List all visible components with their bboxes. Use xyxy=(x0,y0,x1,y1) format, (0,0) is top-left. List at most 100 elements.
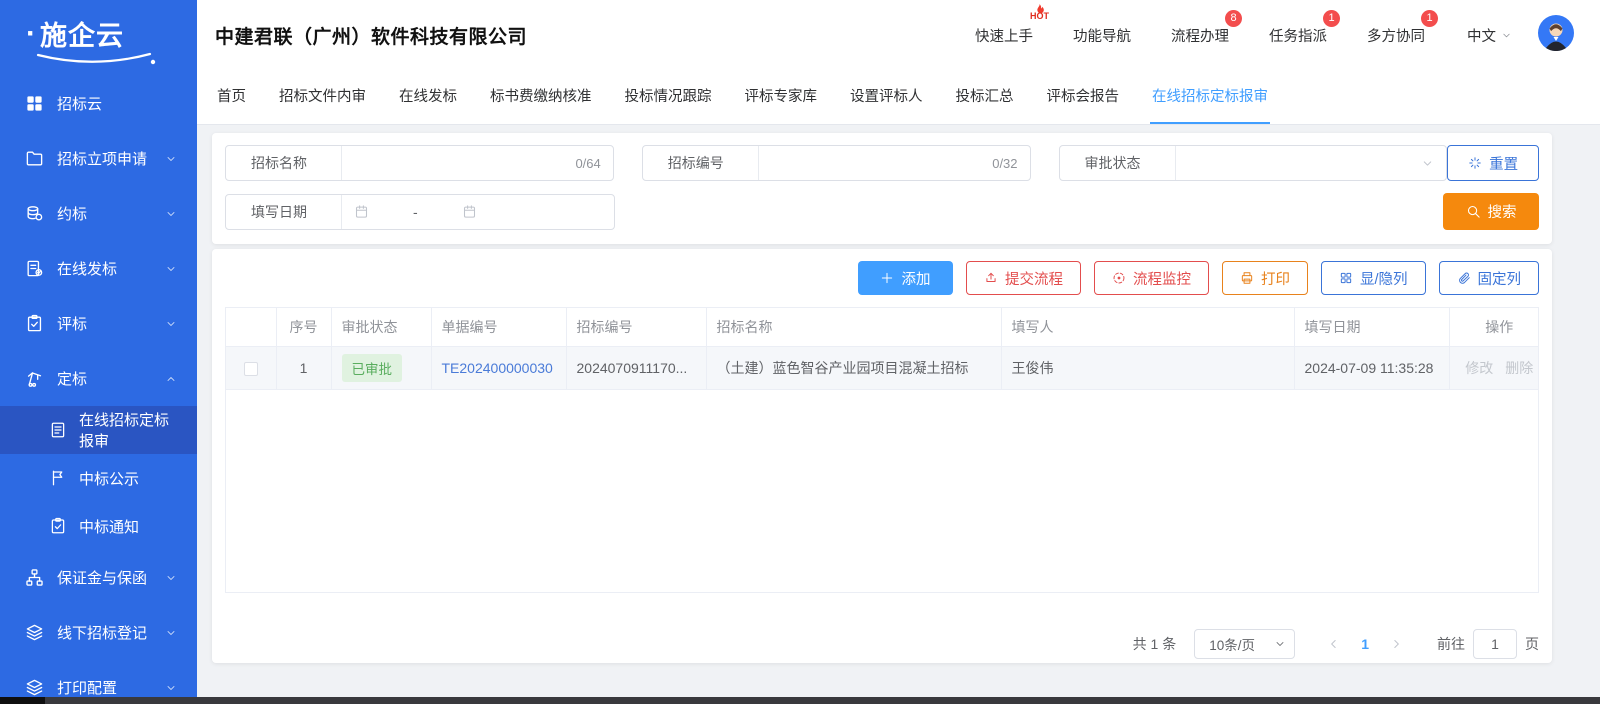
approval-status-label: 审批状态 xyxy=(1060,153,1175,173)
goto-page-input[interactable] xyxy=(1473,629,1517,659)
nav-label: 功能导航 xyxy=(1073,29,1131,45)
bid-no-input[interactable] xyxy=(771,155,992,171)
cell-seq: 1 xyxy=(276,346,331,389)
flow-monitor-button[interactable]: 流程监控 xyxy=(1094,261,1209,295)
calendar-icon[interactable] xyxy=(354,204,369,219)
tab-bid-doc-review[interactable]: 招标文件内审 xyxy=(277,70,368,124)
bid-name-input[interactable] xyxy=(354,155,575,171)
top-header: 中建君联（广州）软件科技有限公司 快速上手 HOT 功能导航 流程办理 8 xyxy=(197,0,1600,70)
sidebar-item-deposit-guarantee[interactable]: 保证金与保函 xyxy=(0,550,197,605)
sidebar-item-label: 在线发标 xyxy=(57,258,117,279)
nav-function-guide[interactable]: 功能导航 xyxy=(1073,25,1131,46)
bid-name-field: 招标名称 0/64 xyxy=(225,145,614,181)
approval-status-select[interactable] xyxy=(1175,146,1447,180)
nav-quick-start[interactable]: 快速上手 HOT xyxy=(975,25,1033,46)
sidebar-item-label: 招标云 xyxy=(57,93,102,114)
sidebar-item-bid-evaluation[interactable]: 评标 xyxy=(0,296,197,351)
page-number[interactable]: 1 xyxy=(1351,636,1379,652)
sidebar-item-online-bid-release[interactable]: 在线发标 xyxy=(0,241,197,296)
flag-icon xyxy=(49,469,67,487)
submit-flow-button[interactable]: 提交流程 xyxy=(966,261,1081,295)
sidebar-item-label: 保证金与保函 xyxy=(57,567,147,588)
tab-bid-tracking[interactable]: 投标情况跟踪 xyxy=(623,70,714,124)
next-page-button[interactable] xyxy=(1379,637,1413,651)
upload-icon xyxy=(984,271,998,285)
user-avatar[interactable] xyxy=(1538,15,1574,56)
nav-label: 快速上手 xyxy=(975,29,1033,45)
sidebar-subitem-label: 在线招标定标报审 xyxy=(79,409,177,451)
grid-small-icon xyxy=(1339,271,1353,285)
fill-date-label: 填写日期 xyxy=(226,202,341,222)
sidebar-item-bid-award[interactable]: 定标 xyxy=(0,351,197,406)
logo-dot: · xyxy=(26,17,37,51)
chevron-down-icon xyxy=(1501,30,1512,41)
target-icon xyxy=(1112,271,1126,285)
sidebar-subitem-label: 中标通知 xyxy=(79,516,139,537)
tab-bid-summary[interactable]: 投标汇总 xyxy=(954,70,1016,124)
cell-filler: 王俊伟 xyxy=(1001,346,1294,389)
select-all-column xyxy=(226,308,276,346)
fixed-columns-button[interactable]: 固定列 xyxy=(1439,261,1540,295)
sidebar-item-label: 评标 xyxy=(57,313,87,334)
toolbar: 添加 提交流程 流程监控 打印 xyxy=(225,259,1539,307)
sidebar-item-project-application[interactable]: 招标立项申请 xyxy=(0,131,197,186)
tab-doc-fee-approval[interactable]: 标书费缴纳核准 xyxy=(488,70,594,124)
doc-no-link[interactable]: TE202400000030 xyxy=(442,360,553,376)
row-checkbox[interactable] xyxy=(244,362,258,376)
bottom-edge-bar-segment xyxy=(0,697,45,704)
crane-icon xyxy=(25,369,44,388)
print-button[interactable]: 打印 xyxy=(1222,261,1308,295)
chevron-down-icon xyxy=(165,627,177,639)
delete-action[interactable]: 删除 xyxy=(1505,360,1533,376)
tab-expert-library[interactable]: 评标专家库 xyxy=(743,70,820,124)
add-button[interactable]: 添加 xyxy=(858,261,953,295)
layers-icon xyxy=(25,623,44,642)
content-area: 招标名称 0/64 招标编号 0/32 审批 xyxy=(197,125,1600,704)
layers-icon xyxy=(25,678,44,697)
chevron-left-icon xyxy=(1327,637,1341,651)
sidebar-item-offline-registration[interactable]: 线下招标登记 xyxy=(0,605,197,660)
reset-sparkle-icon xyxy=(1468,156,1482,170)
sidebar-subitem-online-award-approval[interactable]: 在线招标定标报审 xyxy=(0,406,197,454)
bid-name-label: 招标名称 xyxy=(226,153,341,173)
show-hide-columns-button[interactable]: 显/隐列 xyxy=(1321,261,1426,295)
tab-online-bid-release[interactable]: 在线发标 xyxy=(397,70,459,124)
search-icon xyxy=(1466,204,1481,219)
tab-home[interactable]: 首页 xyxy=(215,70,248,124)
search-button[interactable]: 搜索 xyxy=(1443,193,1539,230)
sidebar-item-bidding-cloud[interactable]: 招标云 xyxy=(0,76,197,131)
sidebar-item-label: 打印配置 xyxy=(57,677,117,698)
reset-button[interactable]: 重置 xyxy=(1447,145,1539,181)
language-selector[interactable]: 中文 xyxy=(1467,25,1512,46)
nav-multi-collaboration[interactable]: 多方协同 1 xyxy=(1367,25,1425,46)
logo-text: 施企云 xyxy=(40,14,124,53)
sidebar-item-label: 定标 xyxy=(57,368,87,389)
chevron-down-icon xyxy=(165,263,177,275)
sidebar-item-contract-bid[interactable]: 约标 xyxy=(0,186,197,241)
chevron-down-icon xyxy=(165,682,177,694)
sidebar-item-label: 约标 xyxy=(57,203,87,224)
edit-action[interactable]: 修改 xyxy=(1465,360,1493,376)
cell-bid-name: （土建）蓝色智谷产业园项目混凝土招标 xyxy=(706,346,1001,389)
nav-process-handling[interactable]: 流程办理 8 xyxy=(1171,25,1229,46)
calendar-icon[interactable] xyxy=(462,204,477,219)
hot-badge: HOT xyxy=(1030,3,1049,21)
paperclip-icon xyxy=(1457,271,1471,285)
notification-badge: 8 xyxy=(1225,10,1242,27)
prev-page-button[interactable] xyxy=(1317,637,1351,651)
sidebar-subitem-award-notice[interactable]: 中标通知 xyxy=(0,502,197,550)
nav-task-assignment[interactable]: 任务指派 1 xyxy=(1269,25,1327,46)
document-audit-icon xyxy=(49,421,67,439)
sidebar-subitem-award-publicity[interactable]: 中标公示 xyxy=(0,454,197,502)
total-count: 共 1 条 xyxy=(1133,634,1177,654)
clipboard-check-icon xyxy=(25,314,44,333)
goto-label: 前往 xyxy=(1437,634,1465,654)
page-size-select[interactable]: 10条/页 xyxy=(1194,629,1295,659)
app-window: · 施企云 招标云 招标立项申请 约标 xyxy=(0,0,1600,704)
chevron-right-icon xyxy=(1389,637,1403,651)
tab-evaluation-report[interactable]: 评标会报告 xyxy=(1045,70,1122,124)
col-fill-date: 填写日期 xyxy=(1294,308,1449,346)
nav-label: 多方协同 xyxy=(1367,29,1425,45)
tab-set-evaluators[interactable]: 设置评标人 xyxy=(848,70,925,124)
tab-online-award-approval[interactable]: 在线招标定标报审 xyxy=(1150,70,1270,124)
